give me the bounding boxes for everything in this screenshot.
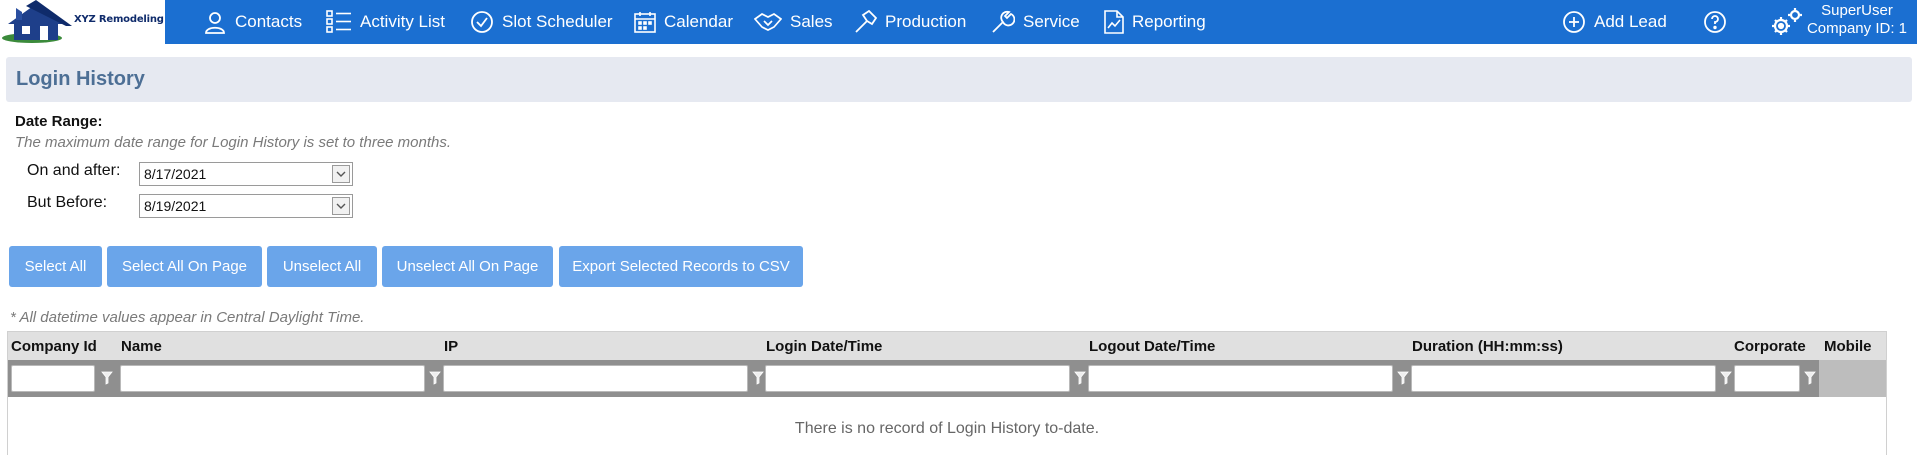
before-label: But Before: bbox=[27, 194, 108, 211]
filter-icon[interactable] bbox=[429, 371, 441, 385]
date-range-label: Date Range: bbox=[15, 113, 103, 130]
unselect-all-button[interactable]: Unselect All bbox=[267, 246, 377, 287]
unselect-all-on-page-button[interactable]: Unselect All On Page bbox=[382, 246, 553, 287]
nav-reporting[interactable]: Reporting bbox=[1104, 0, 1206, 44]
on-after-date-value: 8/17/2021 bbox=[144, 166, 207, 182]
on-after-date-picker[interactable]: 8/17/2021 bbox=[139, 162, 353, 186]
filter-icon[interactable] bbox=[1074, 371, 1086, 385]
before-date-value: 8/19/2021 bbox=[144, 198, 207, 214]
select-all-on-page-button[interactable]: Select All On Page bbox=[107, 246, 262, 287]
nav-slot-scheduler-label: Slot Scheduler bbox=[502, 12, 613, 31]
column-header[interactable]: Duration (HH:mm:ss) bbox=[1412, 338, 1563, 355]
nav-slot-scheduler[interactable]: Slot Scheduler bbox=[470, 0, 613, 44]
filter-input[interactable] bbox=[120, 365, 425, 392]
person-icon bbox=[205, 12, 225, 34]
timezone-note: * All datetime values appear in Central … bbox=[10, 309, 365, 326]
add-lead-button[interactable]: Add Lead bbox=[1562, 0, 1667, 44]
chevron-down-icon[interactable] bbox=[332, 165, 350, 183]
company-id: Company ID: 1 bbox=[1806, 20, 1907, 37]
chevron-down-icon[interactable] bbox=[332, 197, 350, 215]
on-after-label: On and after: bbox=[27, 162, 121, 179]
handshake-icon bbox=[754, 13, 782, 31]
nav-sales[interactable]: Sales bbox=[754, 0, 833, 44]
nav-service[interactable]: Service bbox=[991, 0, 1080, 44]
top-nav-bar: XYZ Remodeling Contacts Activity List Sl… bbox=[0, 0, 1917, 44]
brand-name: XYZ Remodeling bbox=[74, 14, 164, 25]
column-header[interactable]: Corporate bbox=[1734, 338, 1806, 355]
filter-icon[interactable] bbox=[1720, 371, 1732, 385]
date-range-note: The maximum date range for Login History… bbox=[15, 134, 452, 151]
column-header[interactable]: Logout Date/Time bbox=[1089, 338, 1215, 355]
user-info[interactable]: SuperUser Company ID: 1 bbox=[1807, 2, 1907, 38]
filter-icon[interactable] bbox=[1397, 371, 1409, 385]
nav-contacts-label: Contacts bbox=[235, 12, 303, 31]
filter-input[interactable] bbox=[1088, 365, 1393, 392]
empty-table-message: There is no record of Login History to-d… bbox=[794, 420, 1100, 437]
nav-service-label: Service bbox=[1023, 12, 1080, 31]
page-title-bar: Login History bbox=[6, 57, 1912, 102]
help-icon bbox=[1704, 11, 1726, 33]
filter-icon[interactable] bbox=[101, 371, 113, 385]
nav-calendar[interactable]: Calendar bbox=[634, 0, 733, 44]
login-history-table: Company Id Name IP Login Date/Time Logou… bbox=[7, 331, 1887, 455]
column-header[interactable]: Mobile bbox=[1824, 338, 1872, 355]
filter-input[interactable] bbox=[11, 365, 95, 392]
nav-calendar-label: Calendar bbox=[664, 12, 733, 31]
page-title: Login History bbox=[16, 68, 145, 90]
table-header: Company Id Name IP Login Date/Time Logou… bbox=[8, 332, 1886, 360]
column-header[interactable]: Company Id bbox=[11, 338, 97, 355]
plus-circle-icon bbox=[1563, 11, 1585, 33]
settings-gear-icon[interactable] bbox=[1770, 6, 1804, 38]
filter-mobile bbox=[1819, 360, 1886, 397]
user-name: SuperUser bbox=[1821, 2, 1893, 19]
column-header[interactable]: Name bbox=[121, 338, 162, 355]
filter-input[interactable] bbox=[765, 365, 1070, 392]
hammer-icon bbox=[855, 10, 877, 33]
nav-sales-label: Sales bbox=[790, 12, 833, 31]
house-logo-icon bbox=[2, 0, 72, 43]
checklist-icon bbox=[326, 10, 351, 33]
select-all-button[interactable]: Select All bbox=[9, 246, 102, 287]
column-header[interactable]: IP bbox=[444, 338, 458, 355]
filter-icon[interactable] bbox=[1804, 371, 1816, 385]
nav-activity-list-label: Activity List bbox=[360, 12, 446, 31]
nav-activity-list[interactable]: Activity List bbox=[326, 0, 445, 44]
nav-contacts[interactable]: Contacts bbox=[203, 0, 302, 44]
wrench-icon bbox=[992, 10, 1015, 33]
nav-reporting-label: Reporting bbox=[1132, 12, 1206, 31]
report-icon bbox=[1104, 10, 1124, 34]
nav-production[interactable]: Production bbox=[853, 0, 966, 44]
filter-input[interactable] bbox=[1734, 365, 1800, 392]
nav-production-label: Production bbox=[885, 12, 967, 31]
add-lead-label: Add Lead bbox=[1594, 12, 1667, 31]
help-button[interactable] bbox=[1703, 0, 1727, 44]
column-header[interactable]: Login Date/Time bbox=[766, 338, 882, 355]
table-filter-row bbox=[8, 360, 1886, 397]
filter-input[interactable] bbox=[443, 365, 748, 392]
filter-input[interactable] bbox=[1411, 365, 1716, 392]
calendar-icon bbox=[634, 12, 656, 33]
filter-icon[interactable] bbox=[752, 371, 764, 385]
before-date-picker[interactable]: 8/19/2021 bbox=[139, 194, 353, 218]
check-circle-icon bbox=[471, 11, 493, 33]
brand-logo[interactable]: XYZ Remodeling bbox=[0, 0, 165, 44]
export-csv-button[interactable]: Export Selected Records to CSV bbox=[559, 246, 803, 287]
